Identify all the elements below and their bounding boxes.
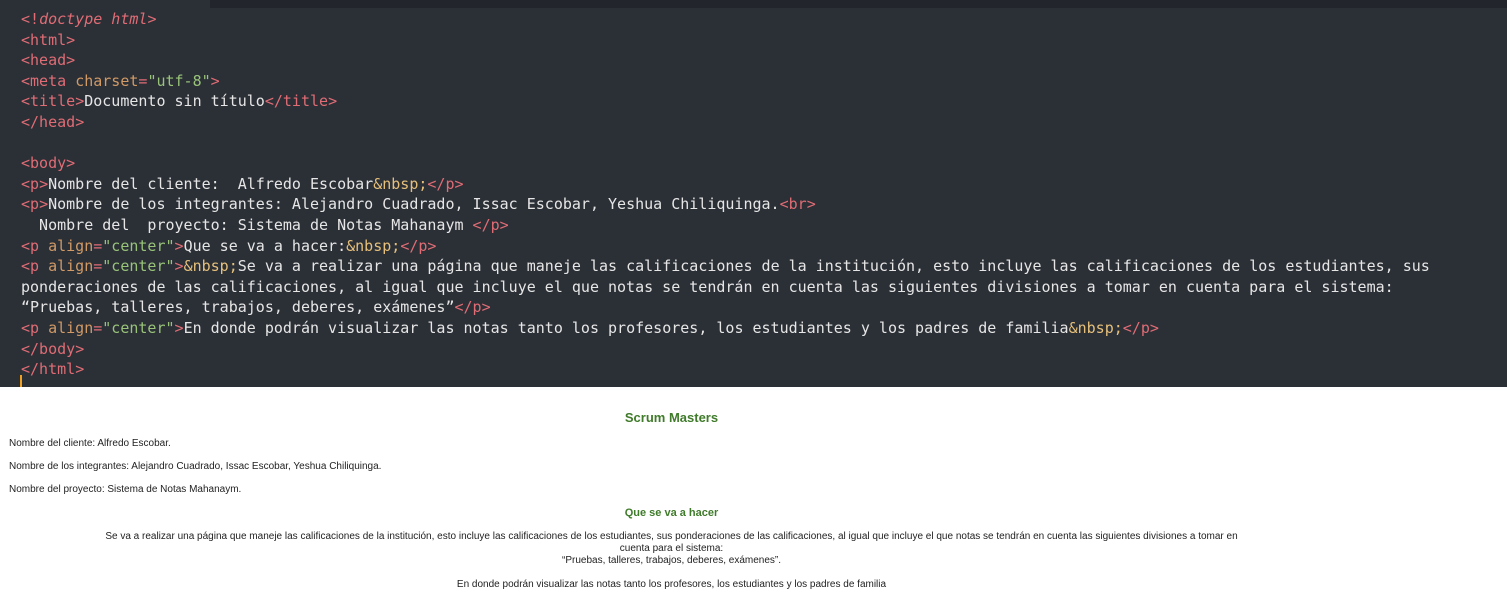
editor-tab[interactable] [0,0,210,8]
code-line[interactable]: Nombre del proyecto: Sistema de Notas Ma… [21,215,1430,236]
description-line-2: cuenta para el sistema: [619,543,724,554]
code-line[interactable]: <p align="center">&nbsp;Se va a realizar… [21,256,1430,277]
code-line[interactable]: <body> [21,153,1430,174]
client-name-text: Nombre del cliente: Alfredo Escobar. [9,438,171,449]
section-heading: Que se va a hacer [624,507,719,519]
code-line[interactable]: </head> [21,112,1430,133]
members-text: Nombre de los integrantes: Alejandro Cua… [9,461,382,472]
code-line[interactable]: <meta charset="utf-8"> [21,71,1430,92]
code-area[interactable]: <!doctype html> <html> <head> <meta charset… [21,9,1430,380]
code-line[interactable]: <p>Nombre de los integrantes: Alejandro … [21,194,1430,215]
code-line[interactable]: ponderaciones de las calificaciones, al … [21,277,1430,298]
editor-tab-strip [0,0,1507,8]
code-line[interactable]: <p align="center">Que se va a hacer:&nbs… [21,236,1430,257]
code-line[interactable]: </html> [21,359,1430,380]
code-line[interactable]: <html> [21,30,1430,51]
description-line-1: Se va a realizar una página que maneje l… [105,531,1238,542]
description-line-3: “Pruebas, talleres, trabajos, deberes, e… [562,555,781,566]
project-name-text: Nombre del proyecto: Sistema de Notas Ma… [9,484,242,495]
page-title: Scrum Masters [624,410,719,425]
code-line[interactable]: <p>Nombre del cliente: Alfredo Escobar&n… [21,174,1430,195]
text-cursor [20,375,22,387]
code-line[interactable]: <head> [21,50,1430,71]
code-line[interactable]: <p align="center">En donde podrán visual… [21,318,1430,339]
code-line[interactable] [21,133,1430,154]
browser-preview: Scrum Masters Nombre del cliente: Alfred… [0,387,1507,602]
code-line[interactable]: “Pruebas, talleres, trabajos, deberes, e… [21,297,1430,318]
code-editor[interactable]: <!doctype html> <html> <head> <meta charset… [0,0,1507,387]
code-line[interactable]: <!doctype html> [21,9,1430,30]
code-line[interactable]: <title>Documento sin título</title> [21,91,1430,112]
code-line[interactable]: </body> [21,339,1430,360]
closing-text: En donde podrán visualizar las notas tan… [456,579,887,590]
